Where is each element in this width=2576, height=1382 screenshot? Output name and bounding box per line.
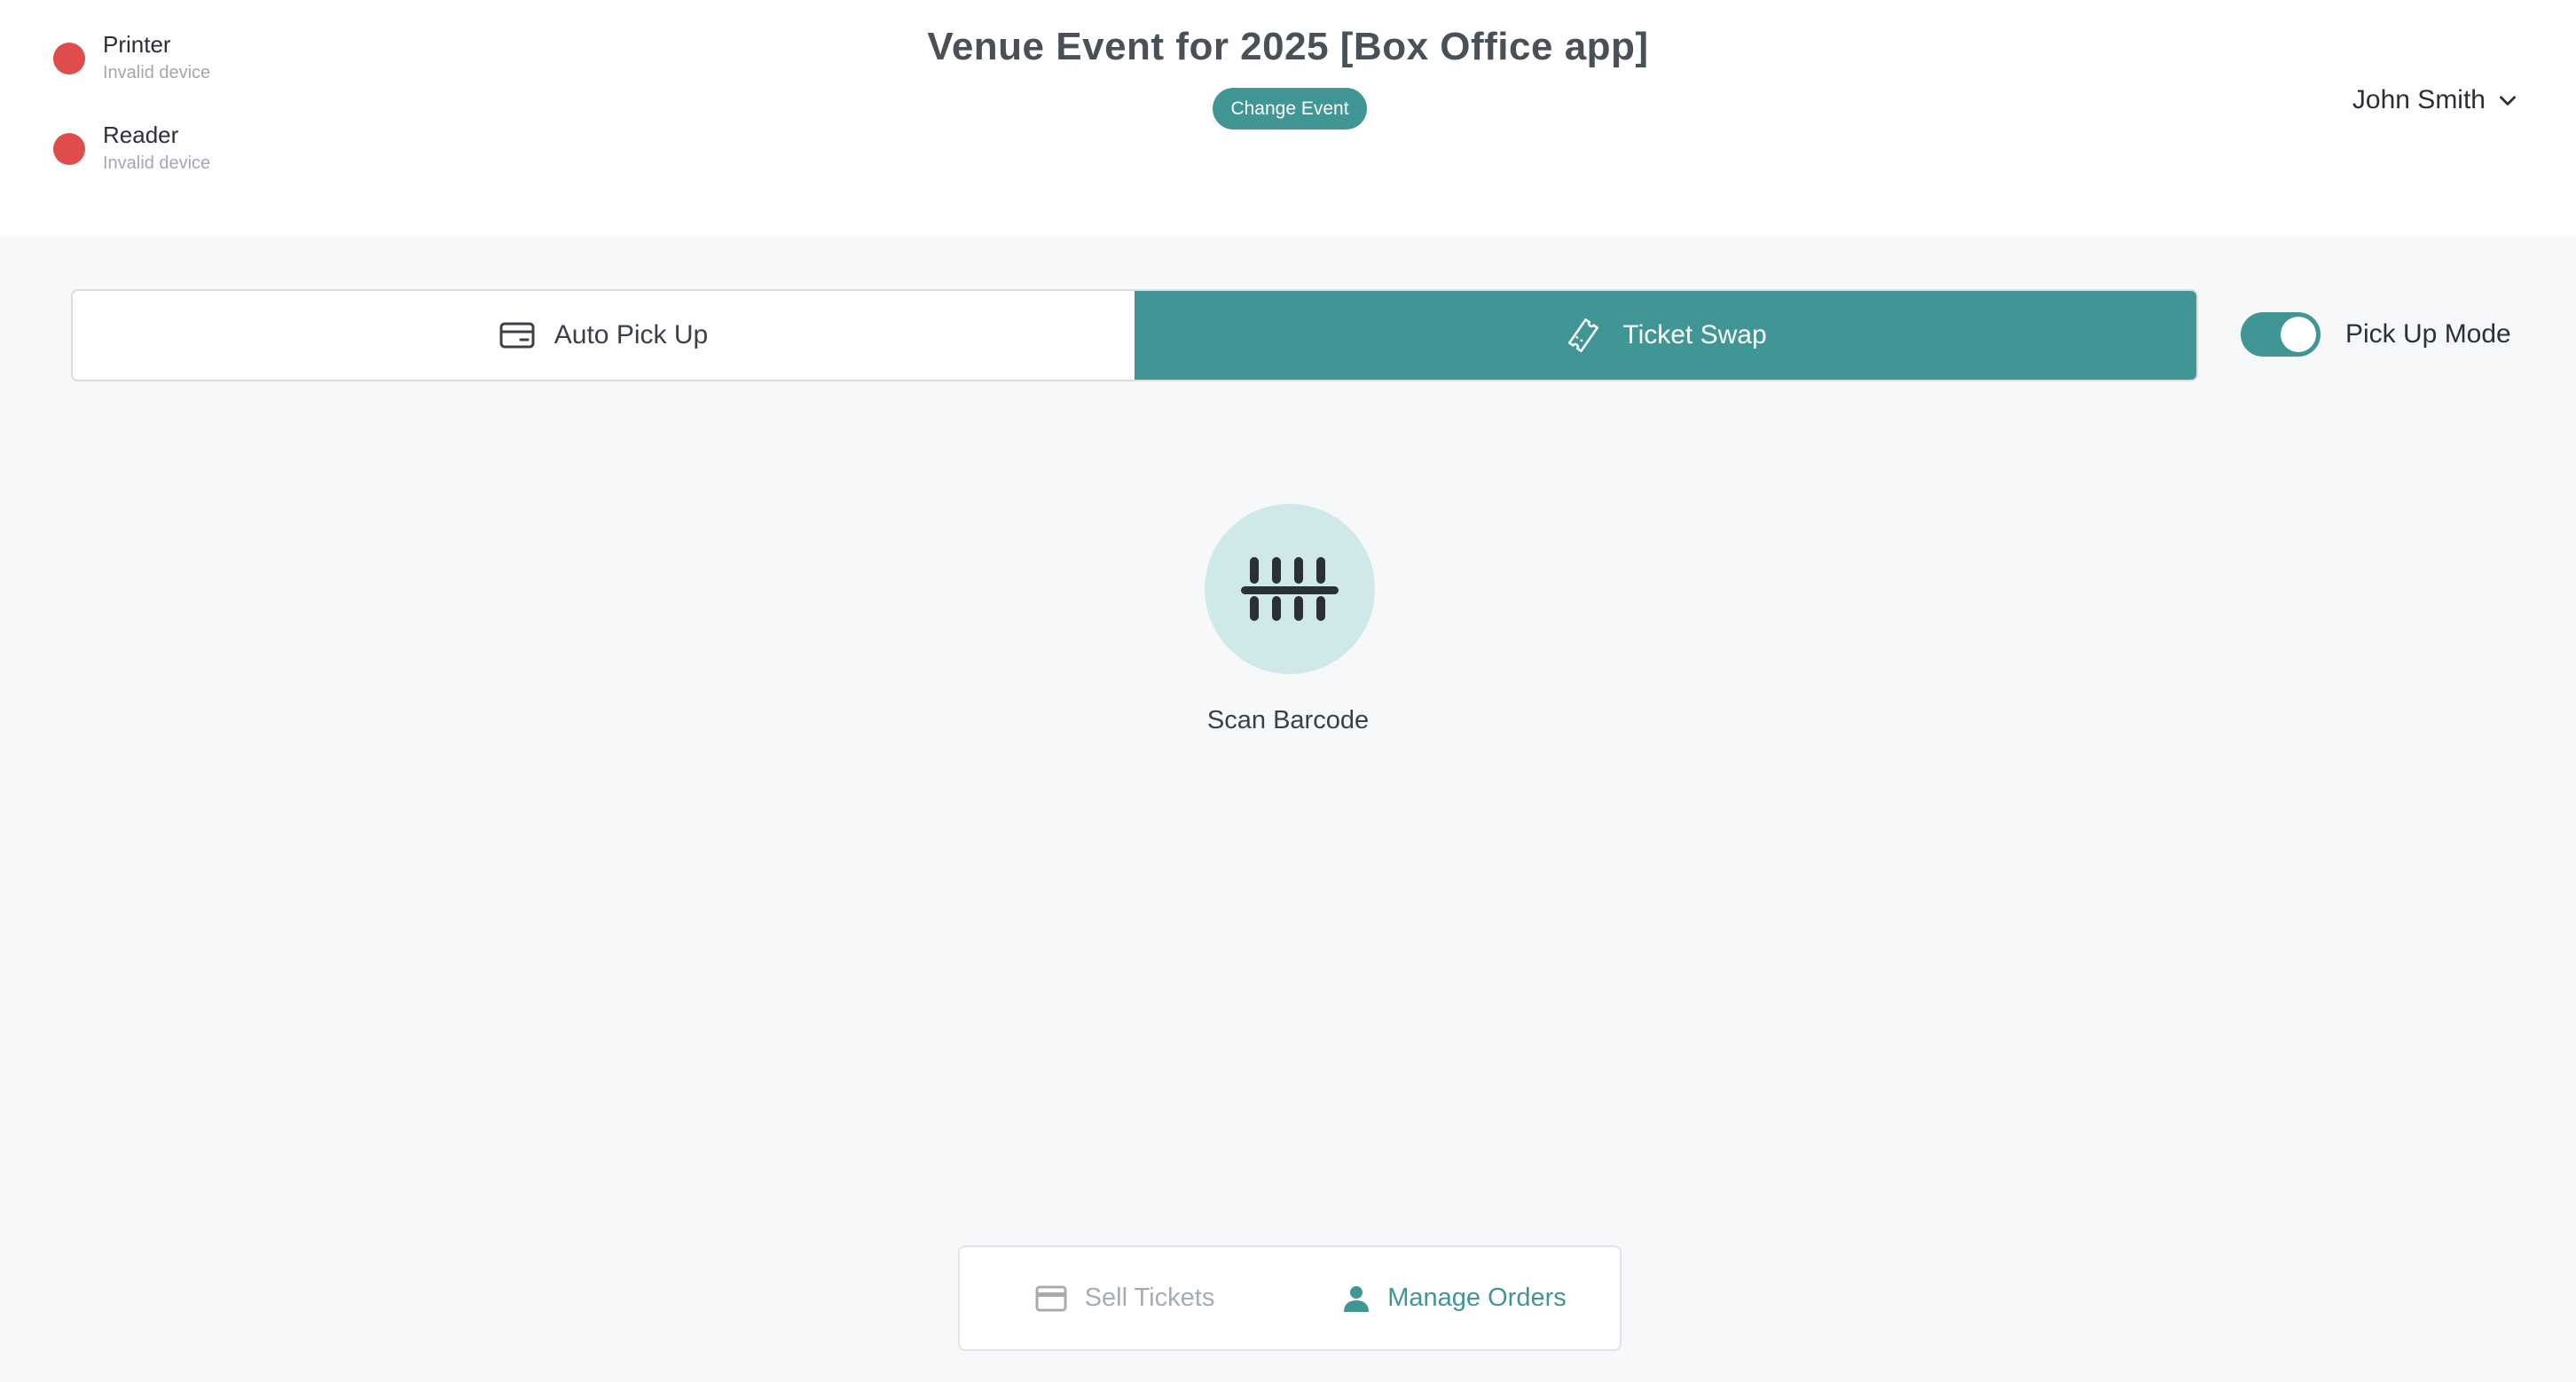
nav-label: Manage Orders — [1387, 1284, 1567, 1312]
user-name: John Smith — [2352, 85, 2486, 114]
header: Printer Invalid device Reader Invalid de… — [0, 0, 2576, 237]
device-name: Reader — [103, 122, 179, 148]
pick-up-mode-toggle[interactable] — [2241, 312, 2321, 357]
tab-ticket-swap[interactable]: Ticket Swap — [1135, 291, 2196, 380]
barcode-scan-icon — [1241, 557, 1339, 621]
device-reader: Reader Invalid device — [53, 108, 210, 176]
tab-label: Ticket Swap — [1622, 320, 1767, 349]
tab-auto-pick-up[interactable]: Auto Pick Up — [73, 291, 1135, 380]
person-icon — [1344, 1285, 1370, 1312]
device-status: Invalid device — [103, 153, 211, 173]
toggle-knob — [2281, 317, 2316, 352]
chevron-down-icon — [2500, 96, 2516, 106]
pick-up-mode-control: Pick Up Mode — [2241, 312, 2511, 357]
device-info: Reader Invalid device — [103, 108, 210, 176]
user-menu[interactable]: John Smith — [2352, 85, 2519, 115]
app-root: Printer Invalid device Reader Invalid de… — [0, 0, 2576, 1382]
nav-label: Sell Tickets — [1084, 1284, 1215, 1312]
scan-barcode-button[interactable] — [1205, 504, 1375, 674]
card-icon — [499, 322, 535, 349]
pick-up-mode-label: Pick Up Mode — [2345, 319, 2511, 349]
mode-tabs: Auto Pick Up Ticket Swap — [71, 289, 2198, 381]
credit-card-icon — [1035, 1285, 1067, 1311]
reader-status-dot — [53, 133, 85, 165]
tab-label: Auto Pick Up — [554, 320, 709, 349]
nav-sell-tickets[interactable]: Sell Tickets — [960, 1284, 1290, 1313]
change-event-button[interactable]: Change Event — [1213, 88, 1367, 130]
bottom-nav: Sell Tickets Manage Orders — [958, 1245, 1622, 1351]
nav-manage-orders[interactable]: Manage Orders — [1290, 1284, 1620, 1313]
scan-barcode-label: Scan Barcode — [1206, 706, 1370, 734]
ticket-icon — [1568, 318, 1599, 352]
page-title: Venue Event for 2025 [Box Office app] — [927, 25, 1649, 68]
